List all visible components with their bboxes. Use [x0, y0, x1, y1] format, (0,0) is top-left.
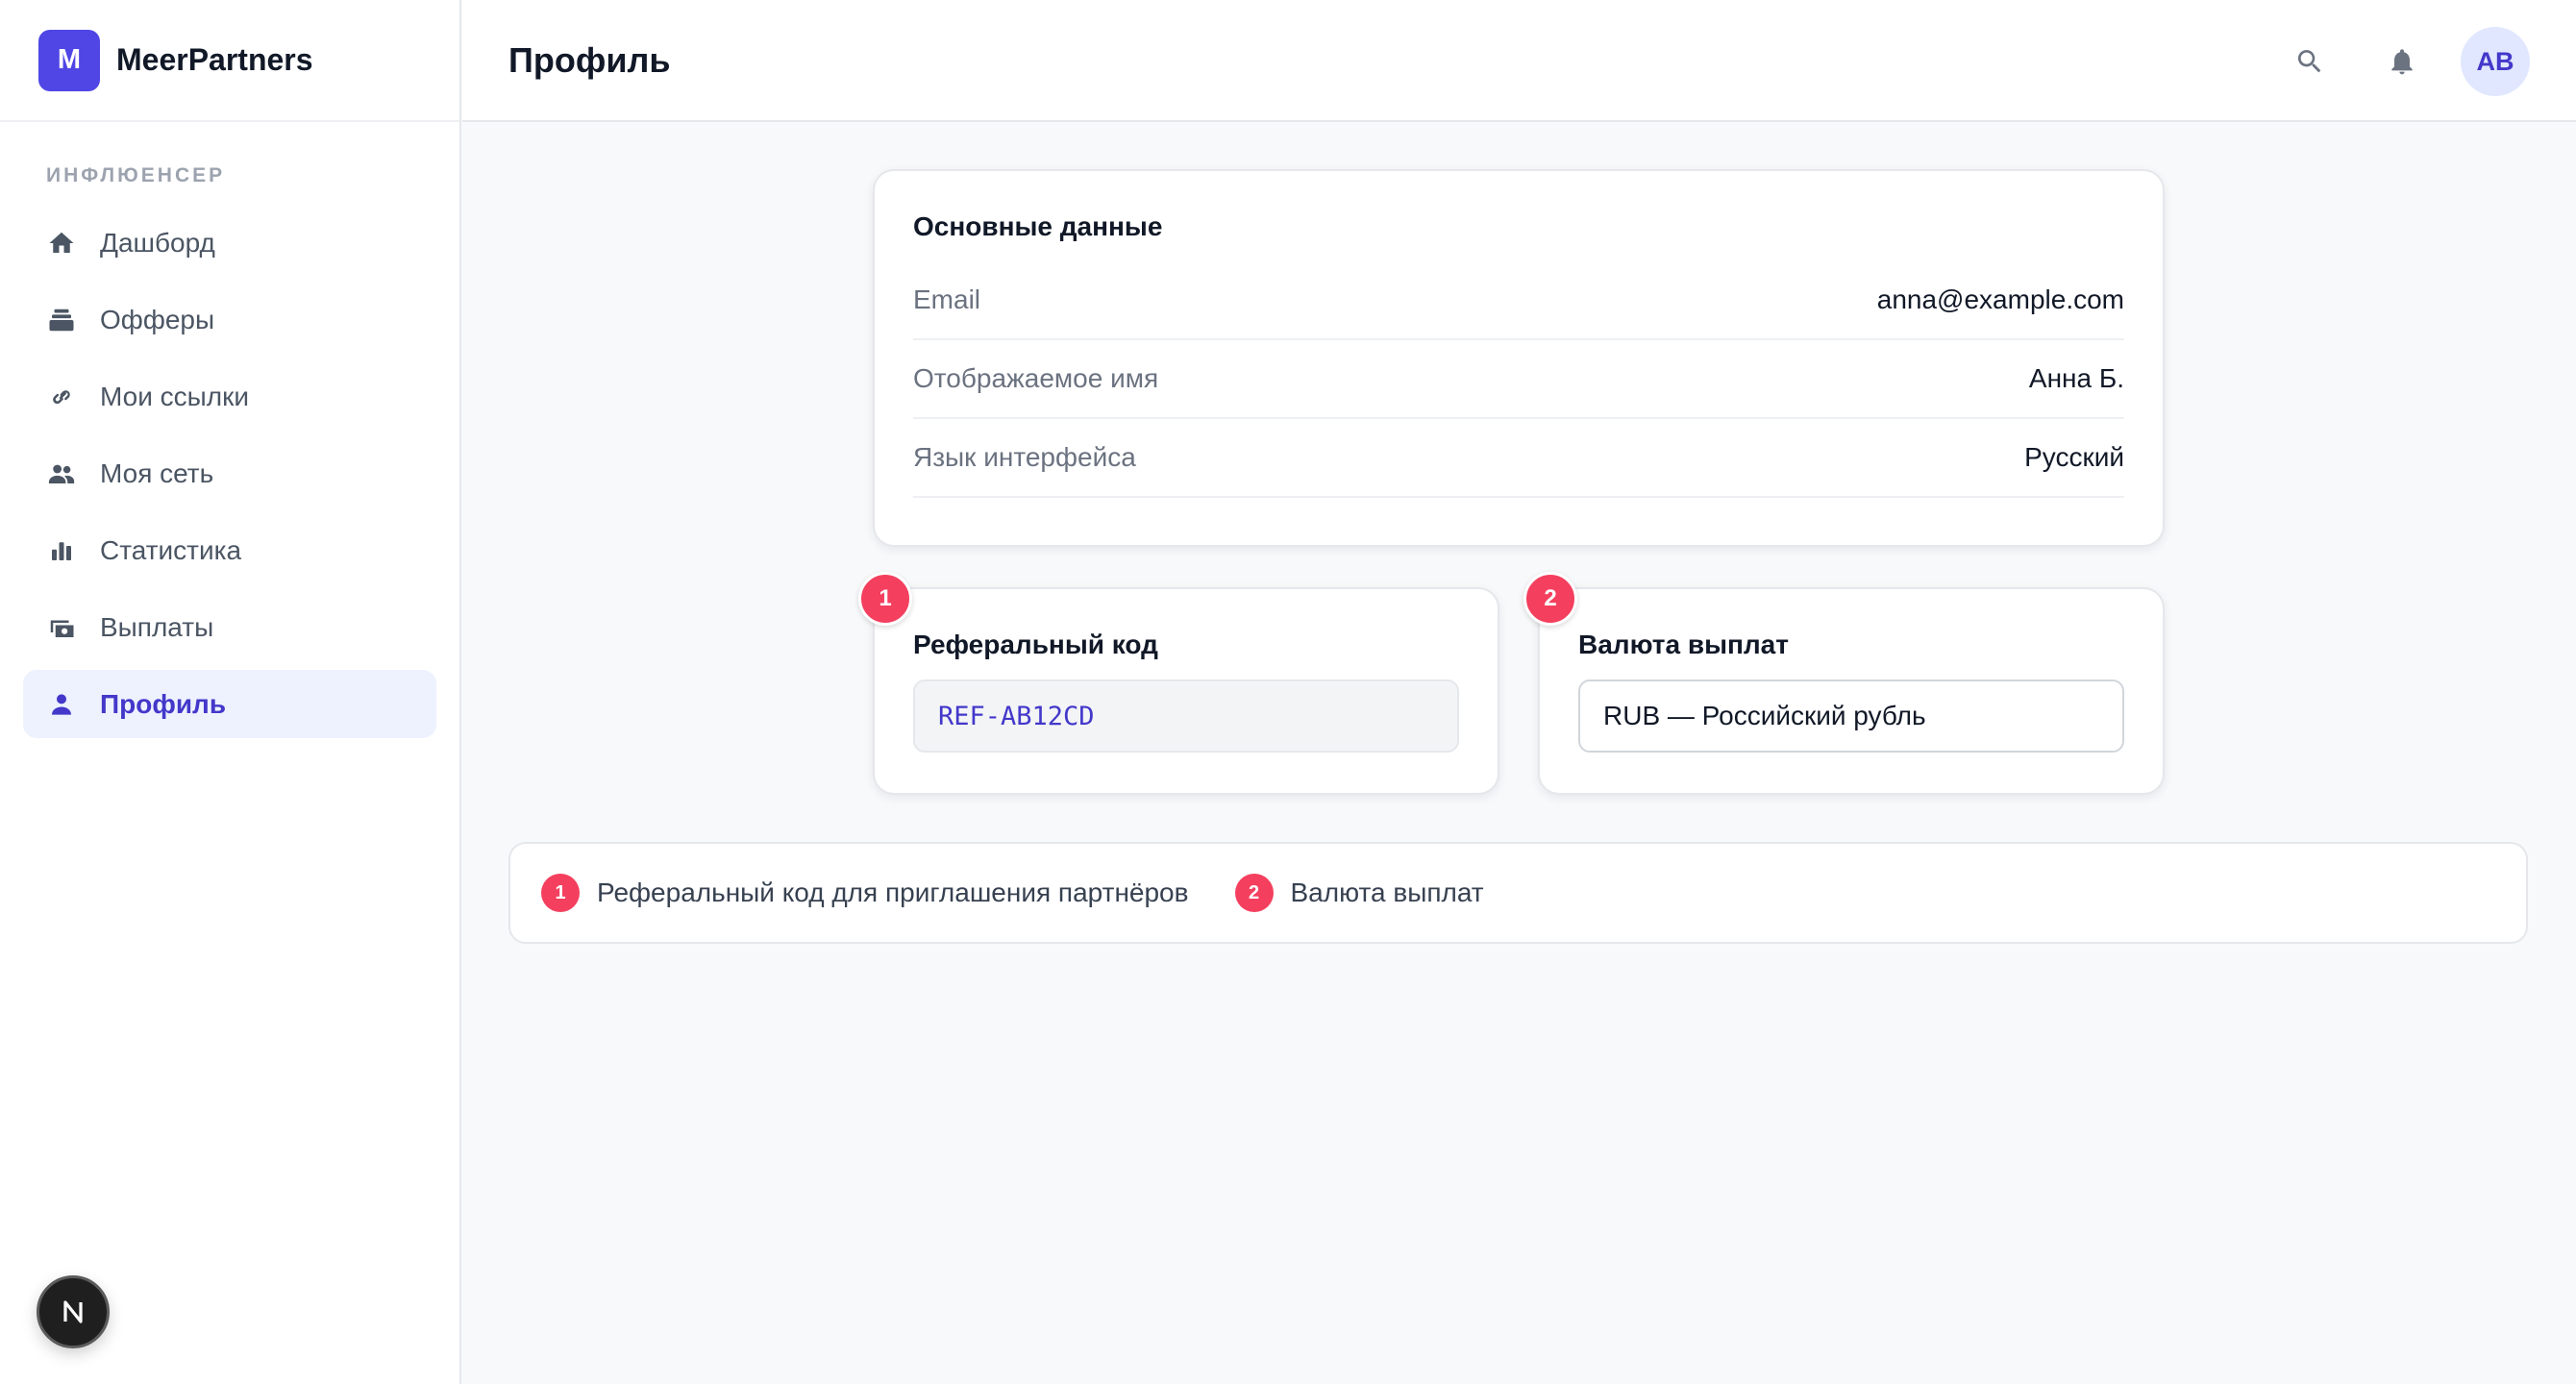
avatar[interactable]: AB — [2461, 27, 2530, 96]
sidebar-item-dashboard[interactable]: Дашборд — [23, 209, 436, 277]
search-icon — [2297, 50, 2321, 73]
referral-code-field[interactable]: REF-AB12CD — [913, 680, 1459, 753]
sidebar-item-label: Дашборд — [100, 227, 215, 258]
sidebar-nav: Дашборд Офферы Мои ссылки Моя сеть Стати… — [0, 209, 459, 738]
payments-icon — [46, 612, 77, 643]
info-row-email: Email anna@example.com — [913, 261, 2124, 340]
sidebar-item-payouts[interactable]: Выплаты — [23, 593, 436, 661]
home-icon — [46, 228, 77, 259]
info-value: anna@example.com — [1876, 284, 2124, 314]
info-rows: Email anna@example.com Отображаемое имя … — [913, 261, 2124, 498]
annotation-legend: 1 Реферальный код для приглашения партнё… — [508, 842, 2528, 944]
sidebar-item-profile[interactable]: Профиль — [23, 670, 436, 738]
info-value: Анна Б. — [2028, 363, 2124, 393]
info-row-language: Язык интерфейса Русский — [913, 419, 2124, 498]
link-icon — [46, 382, 77, 412]
referral-code-title: Реферальный код — [913, 630, 1158, 659]
sidebar-item-offers[interactable]: Офферы — [23, 285, 436, 354]
sidebar-item-label: Офферы — [100, 304, 215, 334]
sidebar-item-label: Статистика — [100, 534, 242, 565]
sidebar-item-statistics[interactable]: Статистика — [23, 516, 436, 584]
sidebar-item-label: Моя сеть — [100, 457, 214, 488]
info-label: Email — [913, 284, 981, 314]
person-icon — [46, 689, 77, 720]
notifications-button[interactable] — [2368, 28, 2436, 95]
top-header: Профиль AB — [462, 0, 2576, 122]
people-icon — [46, 458, 77, 489]
bar-chart-icon — [46, 535, 77, 566]
brand-name: MeerPartners — [116, 42, 313, 77]
basic-info-title: Основные данные — [913, 211, 1163, 241]
sidebar-section-label: ИНФЛЮЕНСЕР — [46, 164, 226, 186]
sidebar-item-label: Выплаты — [100, 611, 214, 642]
header-actions: AB — [2251, 27, 2530, 96]
search-button[interactable] — [2276, 28, 2343, 95]
payout-currency-card: Валюта выплат RUB — Российский рубль — [1538, 587, 2165, 795]
legend-item: 2 Валюта выплат — [1234, 874, 1484, 912]
sidebar-item-network[interactable]: Моя сеть — [23, 439, 436, 507]
sidebar-item-label: Мои ссылки — [100, 381, 249, 411]
legend-text: Реферальный код для приглашения партнёро… — [597, 877, 1189, 907]
legend-number: 2 — [1234, 874, 1274, 912]
nextjs-dev-badge[interactable] — [37, 1275, 110, 1348]
sidebar-item-links[interactable]: Мои ссылки — [23, 362, 436, 431]
basic-info-card: Основные данные Email anna@example.com О… — [873, 169, 2165, 547]
legend-number: 1 — [541, 874, 580, 912]
sidebar-item-label: Профиль — [100, 688, 227, 719]
annotation-marker-1: 1 — [858, 572, 912, 626]
payout-currency-title: Валюта выплат — [1578, 630, 1789, 659]
legend-text: Валюта выплат — [1290, 877, 1484, 907]
info-value: Русский — [2024, 442, 2124, 472]
annotation-marker-2: 2 — [1523, 572, 1577, 626]
info-label: Отображаемое имя — [913, 363, 1159, 393]
brand-logo: M — [38, 29, 100, 91]
stack-icon — [46, 305, 77, 335]
sidebar: M MeerPartners ИНФЛЮЕНСЕР Дашборд Офферы — [0, 0, 461, 1384]
page-title: Профиль — [508, 39, 671, 80]
info-label: Язык интерфейса — [913, 442, 1136, 472]
bell-icon — [2391, 49, 2413, 75]
currency-select[interactable]: RUB — Российский рубль — [1578, 680, 2124, 753]
info-row-display-name: Отображаемое имя Анна Б. — [913, 340, 2124, 419]
brand[interactable]: M MeerPartners — [0, 0, 459, 122]
referral-code-card: Реферальный код REF-AB12CD — [873, 587, 1499, 795]
app-root: M MeerPartners ИНФЛЮЕНСЕР Дашборд Офферы — [0, 0, 2576, 1384]
legend-item: 1 Реферальный код для приглашения партнё… — [541, 874, 1189, 912]
nextjs-icon — [63, 1300, 83, 1323]
